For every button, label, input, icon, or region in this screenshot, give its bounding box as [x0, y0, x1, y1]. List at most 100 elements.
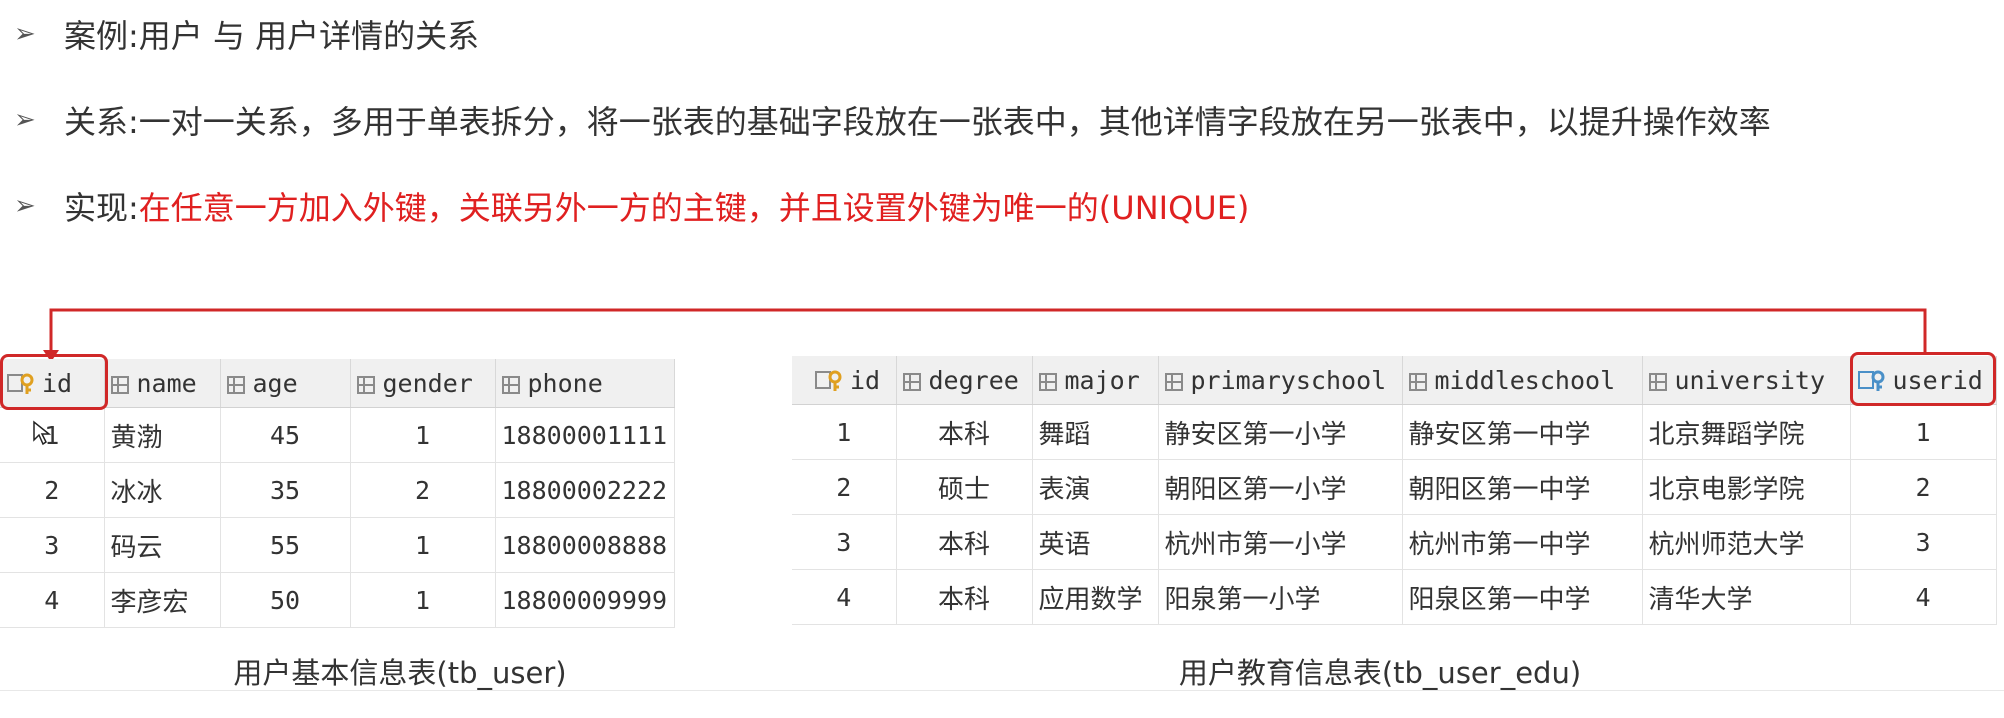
tb-user-edu-caption: 用户教育信息表(tb_user_edu) [1178, 656, 1582, 690]
cell-name[interactable]: 黄渤 [104, 407, 221, 463]
cell-degree[interactable]: 本科 [896, 404, 1033, 460]
column-name: name [136, 368, 197, 398]
bullet-highlight-text: 在任意一方加入外键，关联另外一方的主键，并且设置外键为唯一的(UNIQUE) [138, 189, 1250, 227]
arrow-bullet-icon: ➢ [14, 105, 36, 135]
column-icon [1408, 372, 1427, 391]
cell-age[interactable]: 55 [220, 517, 351, 573]
arrow-bullet-icon: ➢ [14, 19, 36, 49]
cell-id[interactable]: 4 [0, 572, 105, 628]
cell-userid[interactable]: 2 [1850, 459, 1997, 515]
tb-user-edu-table: id degree major primaryschool middlescho… [792, 356, 1997, 625]
cell-name[interactable]: 李彦宏 [104, 572, 221, 628]
column-header-name[interactable]: name [104, 359, 221, 408]
column-header-primaryschool[interactable]: primaryschool [1158, 356, 1403, 405]
cell-id[interactable]: 1 [0, 407, 105, 463]
cell-middleschool[interactable]: 朝阳区第一中学 [1402, 459, 1643, 515]
primary-key-highlight [0, 354, 108, 410]
column-icon [1038, 372, 1057, 391]
cell-phone[interactable]: 18800009999 [495, 572, 675, 628]
column-icon [356, 375, 375, 394]
cell-degree[interactable]: 本科 [896, 514, 1033, 570]
cell-degree[interactable]: 硕士 [896, 459, 1033, 515]
column-header-phone[interactable]: phone [495, 359, 675, 408]
column-icon [110, 375, 129, 394]
cell-primaryschool[interactable]: 静安区第一小学 [1158, 404, 1403, 460]
cell-gender[interactable]: 1 [350, 572, 496, 628]
cell-userid[interactable]: 1 [1850, 404, 1997, 460]
column-name: age [252, 368, 298, 398]
bullet-prefix: 关系: [64, 103, 139, 141]
column-name: id [850, 365, 881, 395]
cell-major[interactable]: 舞蹈 [1032, 404, 1159, 460]
primary-key-icon [815, 370, 842, 391]
table-row[interactable]: 2 硕士 表演 朝阳区第一小学 朝阳区第一中学 北京电影学院 2 [792, 459, 1997, 515]
table-row[interactable]: 3 码云 55 1 18800008888 [0, 517, 675, 573]
column-name: degree [928, 365, 1019, 395]
cell-userid[interactable]: 4 [1850, 569, 1997, 625]
cell-id[interactable]: 2 [0, 462, 105, 518]
cell-id[interactable]: 4 [792, 569, 897, 625]
cell-userid[interactable]: 3 [1850, 514, 1997, 570]
table-row[interactable]: 4 本科 应用数学 阳泉第一小学 阳泉区第一中学 清华大学 4 [792, 569, 1997, 625]
bullet-text: 一对一关系，多用于单表拆分，将一张表的基础字段放在一张表中，其他详情字段放在另一… [138, 103, 1771, 141]
mouse-cursor-icon [33, 420, 52, 446]
cell-middleschool[interactable]: 阳泉区第一中学 [1402, 569, 1643, 625]
cell-university[interactable]: 杭州师范大学 [1642, 514, 1851, 570]
cell-primaryschool[interactable]: 朝阳区第一小学 [1158, 459, 1403, 515]
cell-primaryschool[interactable]: 杭州市第一小学 [1158, 514, 1403, 570]
column-header-middleschool[interactable]: middleschool [1402, 356, 1643, 405]
column-icon [1648, 372, 1667, 391]
cell-gender[interactable]: 1 [350, 407, 496, 463]
table-row[interactable]: 2 冰冰 35 2 18800002222 [0, 462, 675, 518]
table-row[interactable]: 4 李彦宏 50 1 18800009999 [0, 572, 675, 628]
cell-university[interactable]: 北京电影学院 [1642, 459, 1851, 515]
column-name: gender [382, 368, 473, 398]
cell-phone[interactable]: 18800001111 [495, 407, 675, 463]
column-name: major [1064, 365, 1140, 395]
cell-university[interactable]: 清华大学 [1642, 569, 1851, 625]
cell-id[interactable]: 3 [792, 514, 897, 570]
cell-id[interactable]: 1 [792, 404, 897, 460]
arrow-bullet-icon: ➢ [14, 191, 36, 221]
cell-major[interactable]: 英语 [1032, 514, 1159, 570]
bullet-implementation: ➢ 实现: 在任意一方加入外键，关联另外一方的主键，并且设置外键为唯一的(UNI… [14, 184, 1249, 228]
cell-gender[interactable]: 2 [350, 462, 496, 518]
cell-middleschool[interactable]: 静安区第一中学 [1402, 404, 1643, 460]
cell-gender[interactable]: 1 [350, 517, 496, 573]
column-icon [1164, 372, 1183, 391]
cell-age[interactable]: 50 [220, 572, 351, 628]
column-header-major[interactable]: major [1032, 356, 1159, 405]
column-header-gender[interactable]: gender [350, 359, 496, 408]
cell-name[interactable]: 冰冰 [104, 462, 221, 518]
table-header-row: id degree major primaryschool middlescho… [792, 356, 1997, 405]
cell-primaryschool[interactable]: 阳泉第一小学 [1158, 569, 1403, 625]
column-header-id[interactable]: id [792, 356, 897, 405]
cell-major[interactable]: 表演 [1032, 459, 1159, 515]
bottom-divider [0, 690, 2004, 691]
cell-university[interactable]: 北京舞蹈学院 [1642, 404, 1851, 460]
column-icon [501, 375, 520, 394]
column-name: university [1674, 365, 1826, 395]
foreign-key-highlight [1850, 352, 1996, 406]
cell-phone[interactable]: 18800002222 [495, 462, 675, 518]
table-row[interactable]: 1 黄渤 45 1 18800001111 [0, 407, 675, 463]
cell-id[interactable]: 3 [0, 517, 105, 573]
column-name: phone [527, 368, 603, 398]
column-header-degree[interactable]: degree [896, 356, 1033, 405]
cell-name[interactable]: 码云 [104, 517, 221, 573]
cell-major[interactable]: 应用数学 [1032, 569, 1159, 625]
column-header-university[interactable]: university [1642, 356, 1851, 405]
column-header-age[interactable]: age [220, 359, 351, 408]
cell-age[interactable]: 35 [220, 462, 351, 518]
column-icon [902, 372, 921, 391]
cell-age[interactable]: 45 [220, 407, 351, 463]
bullet-prefix: 实现: [64, 189, 139, 227]
column-icon [226, 375, 245, 394]
cell-degree[interactable]: 本科 [896, 569, 1033, 625]
column-name: middleschool [1434, 365, 1616, 395]
cell-phone[interactable]: 18800008888 [495, 517, 675, 573]
cell-id[interactable]: 2 [792, 459, 897, 515]
table-row[interactable]: 3 本科 英语 杭州市第一小学 杭州市第一中学 杭州师范大学 3 [792, 514, 1997, 570]
cell-middleschool[interactable]: 杭州市第一中学 [1402, 514, 1643, 570]
table-row[interactable]: 1 本科 舞蹈 静安区第一小学 静安区第一中学 北京舞蹈学院 1 [792, 404, 1997, 460]
